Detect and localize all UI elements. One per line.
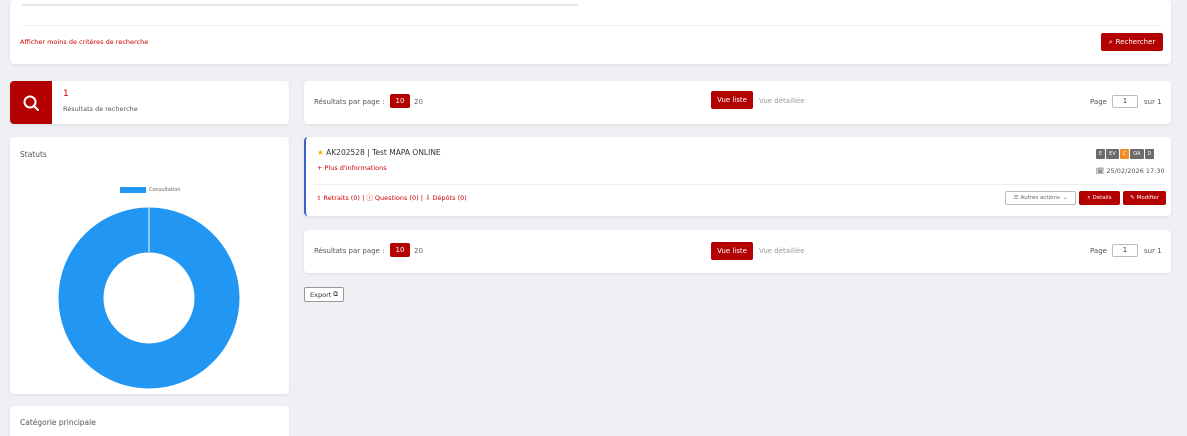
divider bbox=[22, 25, 1162, 26]
status-donut-chart bbox=[58, 207, 240, 389]
categorie-card: Catégorie principale bbox=[10, 406, 289, 436]
results-search-icon-box bbox=[10, 81, 52, 124]
per-page-20[interactable]: 20 bbox=[414, 247, 423, 255]
view-list-button[interactable]: Vue liste bbox=[711, 91, 753, 109]
depots-link[interactable]: ⇩ Dépôts (0) bbox=[425, 194, 467, 202]
search-icon: ⌕ bbox=[1108, 37, 1113, 46]
categorie-title: Catégorie principale bbox=[20, 418, 96, 427]
other-actions-dropdown[interactable]: ☰ Autres actions ⌄ bbox=[1005, 191, 1076, 205]
page-input[interactable]: 1 bbox=[1112, 95, 1138, 108]
page-total: sur 1 bbox=[1144, 247, 1162, 255]
search-button[interactable]: ⌕ Rechercher bbox=[1101, 33, 1163, 51]
pager-bottom: Résultats par page : 10 20 Vue liste Vue… bbox=[304, 230, 1171, 273]
question-icon: ⓘ bbox=[366, 194, 373, 202]
search-criteria-card: Afficher moins de critères de recherche … bbox=[10, 0, 1171, 64]
result-divider bbox=[314, 184, 1165, 185]
view-detailed-link[interactable]: Vue détaillée bbox=[759, 247, 805, 255]
modify-button[interactable]: ✎ Modifier bbox=[1123, 191, 1166, 205]
search-icon bbox=[23, 95, 39, 111]
pencil-icon: ✎ bbox=[1130, 195, 1135, 201]
per-page-label: Résultats par page : bbox=[314, 98, 385, 106]
result-card: ★ AK202528 | Test MAPA ONLINE + Plus d'i… bbox=[304, 137, 1171, 216]
download-icon: ⇩ bbox=[424, 194, 431, 202]
external-link-icon: ⧉ bbox=[333, 290, 338, 298]
view-list-button[interactable]: Vue liste bbox=[711, 242, 753, 260]
badge-ev: EV bbox=[1106, 149, 1119, 159]
per-page-label: Résultats par page : bbox=[314, 247, 385, 255]
details-button[interactable]: ⌕ Détails bbox=[1079, 191, 1120, 205]
search-icon: ⌕ bbox=[1087, 194, 1091, 201]
page-label: Page bbox=[1090, 247, 1107, 255]
result-date: 🗓 25/02/2026 17:30 bbox=[1096, 167, 1165, 175]
upload-icon: ⇧ bbox=[316, 194, 322, 202]
retraits-link[interactable]: ⇧ Retraits (0) bbox=[316, 194, 360, 202]
chart-legend: Consultation bbox=[120, 187, 180, 193]
badge-d: D bbox=[1144, 149, 1155, 159]
pager-top: Résultats par page : 10 20 Vue liste Vue… bbox=[304, 81, 1171, 124]
page-label: Page bbox=[1090, 98, 1107, 106]
results-count: 1 bbox=[63, 89, 69, 99]
statuts-title: Statuts bbox=[20, 150, 47, 159]
results-label: Résultats de recherche bbox=[63, 105, 138, 113]
badge-c: C bbox=[1119, 149, 1130, 159]
more-info-link[interactable]: + Plus d'informations bbox=[317, 164, 387, 172]
legend-label: Consultation bbox=[149, 187, 181, 193]
per-page-10[interactable]: 10 bbox=[390, 243, 410, 257]
star-icon: ★ bbox=[317, 148, 324, 157]
search-field-bottom-border bbox=[22, 4, 578, 6]
chevron-down-icon: ⌄ bbox=[1062, 195, 1068, 201]
badge-e: E bbox=[1096, 149, 1106, 159]
result-links: ⇧ Retraits (0) | ⓘ Questions (0) | ⇩ Dép… bbox=[316, 192, 467, 202]
page-input[interactable]: 1 bbox=[1112, 244, 1138, 257]
per-page-20[interactable]: 20 bbox=[414, 98, 423, 106]
export-button[interactable]: Export ⧉ bbox=[304, 287, 344, 302]
badge-oa: OA bbox=[1130, 149, 1144, 159]
results-summary-card: 1 Résultats de recherche bbox=[10, 81, 289, 124]
legend-swatch bbox=[120, 187, 146, 193]
less-criteria-link[interactable]: Afficher moins de critères de recherche bbox=[20, 38, 148, 46]
statuts-card: Statuts Consultation bbox=[10, 137, 289, 394]
result-title[interactable]: ★ AK202528 | Test MAPA ONLINE bbox=[317, 148, 441, 157]
page-total: sur 1 bbox=[1144, 98, 1162, 106]
per-page-10[interactable]: 10 bbox=[390, 94, 410, 108]
questions-link[interactable]: ⓘ Questions (0) bbox=[366, 194, 418, 202]
status-badges: E EV C OA D bbox=[1095, 149, 1155, 159]
list-icon: ☰ bbox=[1013, 195, 1019, 201]
calendar-icon: 🗓 bbox=[1096, 167, 1105, 175]
view-detailed-link[interactable]: Vue détaillée bbox=[759, 97, 805, 105]
